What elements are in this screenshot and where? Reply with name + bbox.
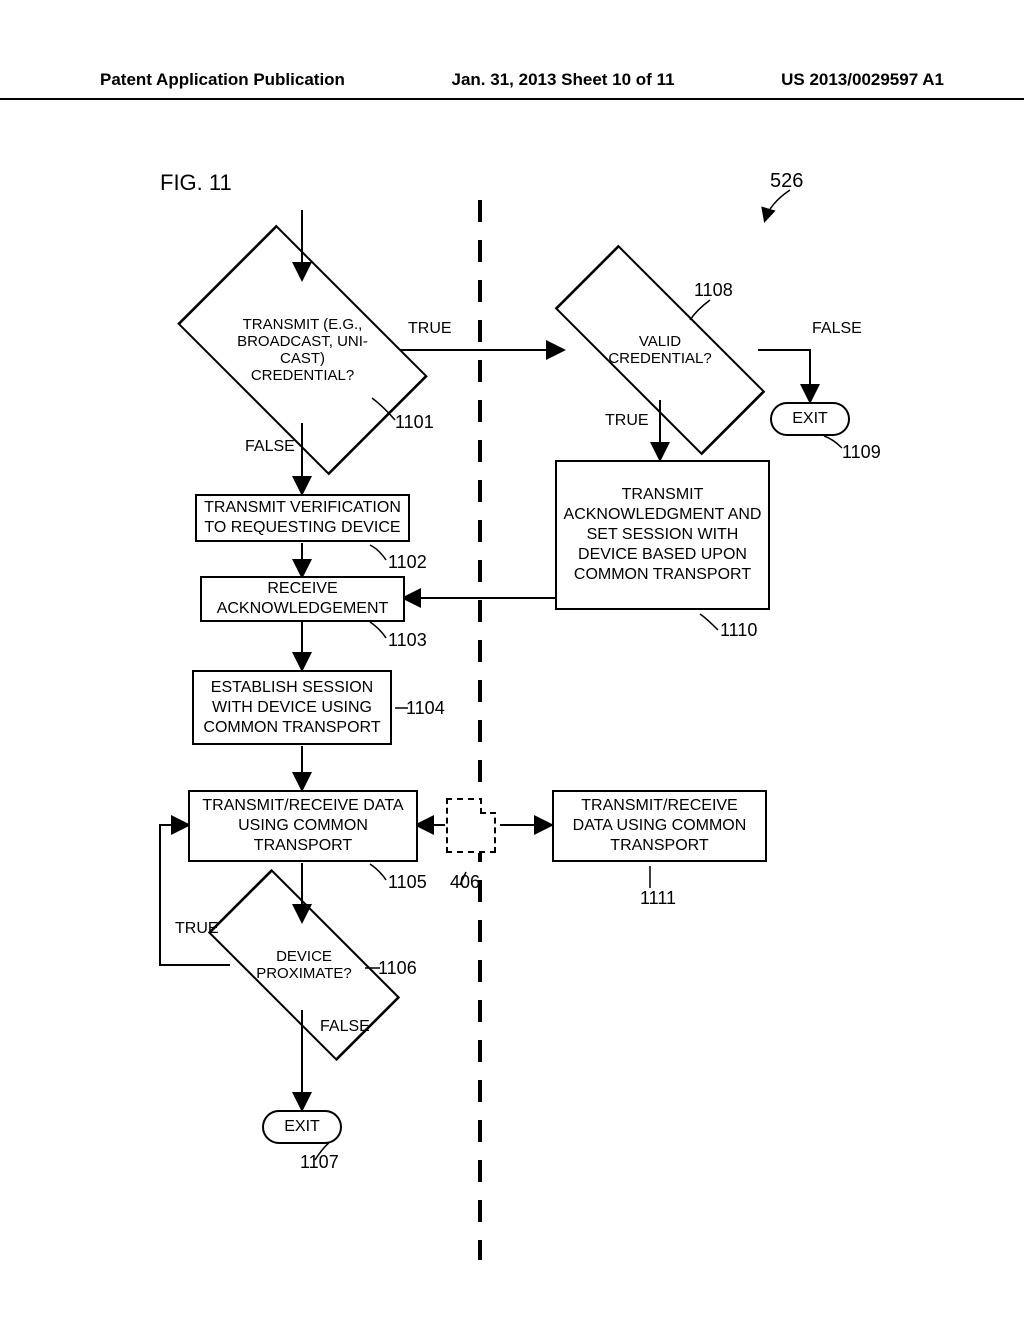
process-1111: TRANSMIT/RECEIVE DATA USING COMMON TRANS… xyxy=(552,790,767,862)
label-false-1108: FALSE xyxy=(812,320,862,338)
ref-1101: 1101 xyxy=(395,412,434,433)
header-right: US 2013/0029597 A1 xyxy=(781,70,944,90)
ref-1102: 1102 xyxy=(388,552,427,573)
ref-526: 526 xyxy=(770,170,803,193)
header-center: Jan. 31, 2013 Sheet 10 of 11 xyxy=(452,70,675,90)
document-406 xyxy=(446,798,496,853)
process-1102: TRANSMIT VERIFICATION TO REQUESTING DEVI… xyxy=(195,494,410,542)
label-false-1106: FALSE xyxy=(320,1018,370,1036)
ref-1106: 1106 xyxy=(378,958,417,979)
terminator-1107: EXIT xyxy=(262,1110,342,1144)
process-1103: RECEIVE ACKNOWLEDGEMENT xyxy=(200,576,405,622)
process-1105: TRANSMIT/RECEIVE DATA USING COMMON TRANS… xyxy=(188,790,418,862)
ref-1110: 1110 xyxy=(720,620,757,641)
ref-1107: 1107 xyxy=(300,1152,339,1173)
terminator-1109: EXIT xyxy=(770,402,850,436)
label-true-1106: TRUE xyxy=(175,920,219,938)
ref-1103: 1103 xyxy=(388,630,427,651)
ref-1105: 1105 xyxy=(388,872,427,893)
label-true-1101: TRUE xyxy=(408,320,452,338)
ref-1111: 1111 xyxy=(640,888,676,909)
header-left: Patent Application Publication xyxy=(100,70,345,90)
diagram-canvas: FIG. 11 526 xyxy=(0,120,1024,1300)
label-false-1101: FALSE xyxy=(245,438,295,456)
decision-1108: VALID CREDENTIAL? xyxy=(580,305,740,395)
ref-1104: 1104 xyxy=(406,698,445,719)
ref-1109: 1109 xyxy=(842,442,881,463)
process-1110: TRANSMIT ACKNOWLEDGMENT AND SET SESSION … xyxy=(555,460,770,610)
ref-406: 406 xyxy=(450,872,480,893)
ref-1108: 1108 xyxy=(694,280,733,301)
decision-1106: DEVICE PROXIMATE? xyxy=(234,920,374,1010)
label-true-1108: TRUE xyxy=(605,412,649,430)
page-header: Patent Application Publication Jan. 31, … xyxy=(0,70,1024,100)
decision-1101: TRANSMIT (E.G., BROADCAST, UNI-CAST) CRE… xyxy=(220,280,385,420)
process-1104: ESTABLISH SESSION WITH DEVICE USING COMM… xyxy=(192,670,392,745)
figure-label: FIG. 11 xyxy=(160,170,232,196)
flow-arrows xyxy=(0,120,1024,1300)
